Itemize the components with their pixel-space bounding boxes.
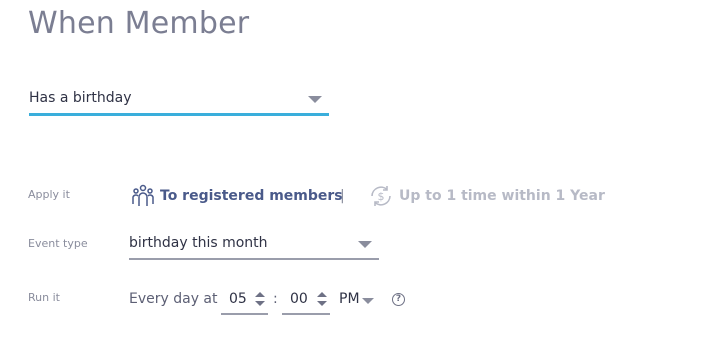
- hour-stepper[interactable]: 05: [221, 288, 268, 315]
- registered-members-link[interactable]: To registered members: [160, 188, 343, 204]
- event-type-label: Event type: [28, 237, 88, 250]
- chevron-down-icon: [362, 298, 374, 304]
- recurring-dollar-icon: $: [368, 183, 394, 213]
- frequency-link[interactable]: Up to 1 time within 1 Year: [399, 188, 605, 204]
- time-colon: :: [273, 291, 278, 307]
- chevron-down-icon: [358, 241, 372, 248]
- run-label: Run it: [28, 291, 60, 304]
- minute-value: 00: [290, 291, 308, 307]
- question-circle-icon[interactable]: ?: [392, 293, 405, 306]
- decrement-hour-icon[interactable]: [255, 301, 265, 306]
- ampm-select[interactable]: PM: [339, 291, 379, 311]
- minute-stepper[interactable]: 00: [282, 288, 330, 315]
- run-prefix: Every day at: [129, 291, 218, 307]
- increment-hour-icon[interactable]: [255, 292, 265, 297]
- decrement-minute-icon[interactable]: [317, 301, 327, 306]
- trigger-select-value: Has a birthday: [29, 90, 132, 106]
- chevron-down-icon: [308, 96, 322, 103]
- separator: |: [340, 188, 345, 204]
- page-title: When Member: [28, 6, 250, 41]
- event-type-select-value: birthday this month: [129, 235, 268, 251]
- trigger-select[interactable]: Has a birthday: [29, 86, 329, 116]
- increment-minute-icon[interactable]: [317, 292, 327, 297]
- event-type-select[interactable]: birthday this month: [129, 233, 379, 260]
- ampm-value: PM: [339, 291, 360, 307]
- hour-value: 05: [229, 291, 247, 307]
- people-group-icon: [131, 184, 155, 212]
- apply-label: Apply it: [28, 188, 70, 201]
- svg-text:$: $: [378, 190, 385, 203]
